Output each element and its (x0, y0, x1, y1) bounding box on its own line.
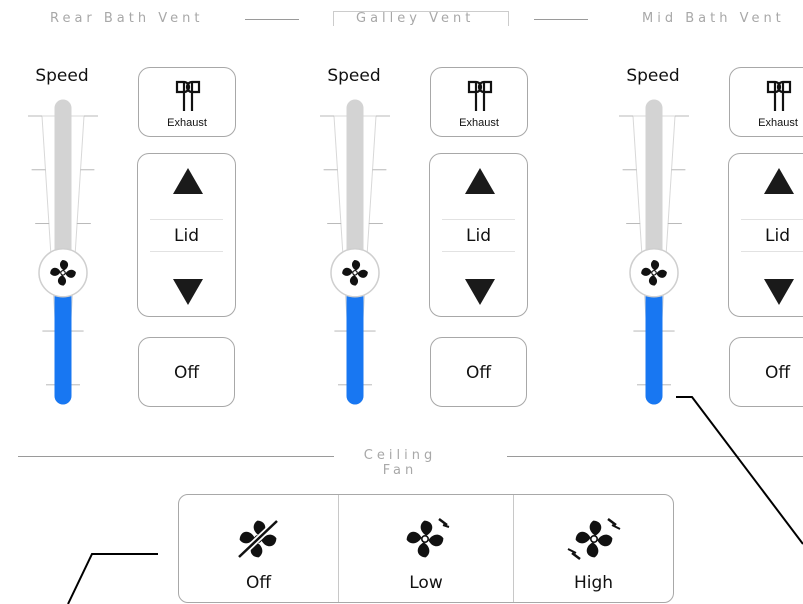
callout-lines (67, 396, 803, 604)
callout-line (67, 553, 158, 604)
callout-line (676, 396, 803, 545)
